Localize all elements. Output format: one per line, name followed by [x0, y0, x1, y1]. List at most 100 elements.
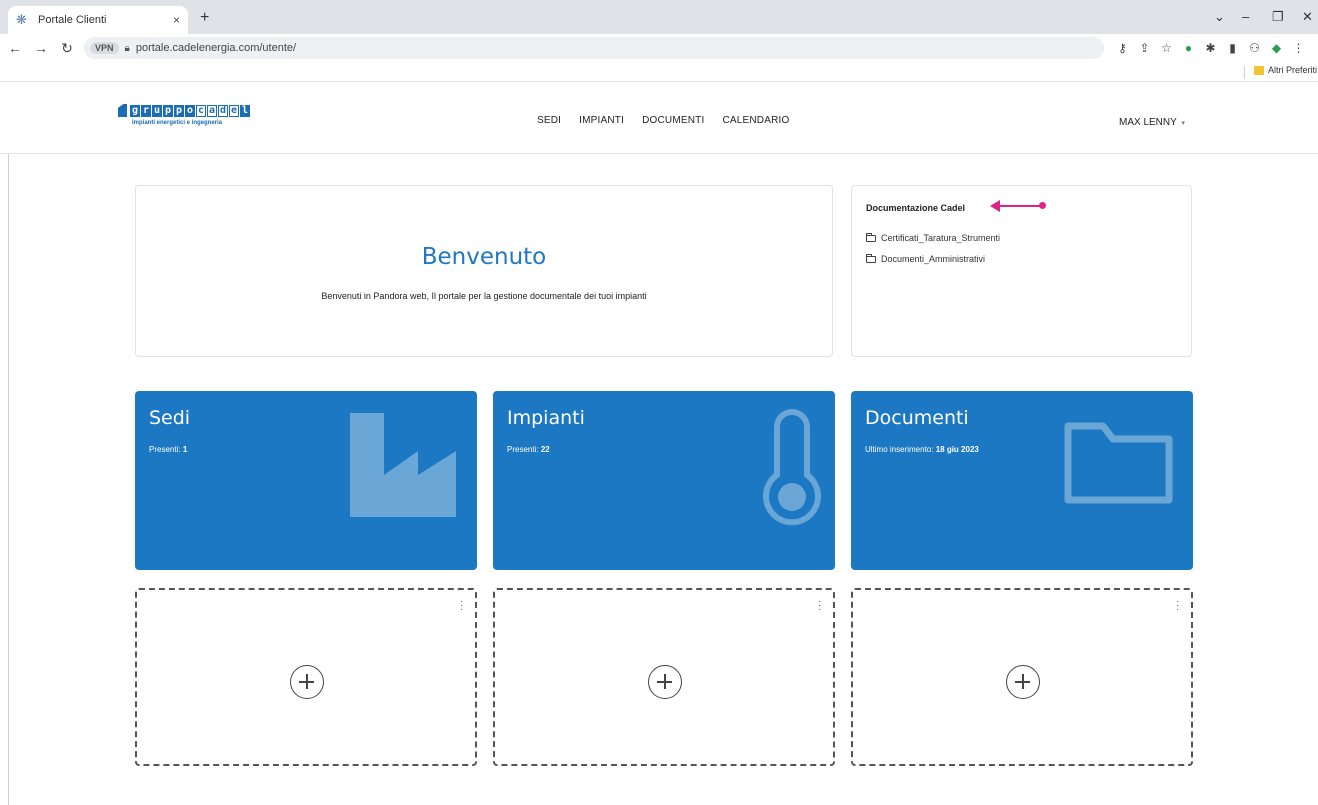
shield-extension-icon[interactable]: ●: [1182, 41, 1195, 55]
logo-letter: a: [207, 104, 217, 117]
tile-stat-label: Presenti:: [507, 445, 539, 454]
profile-icon[interactable]: ⚇: [1248, 41, 1261, 55]
add-widget-slot[interactable]: · · ·: [851, 588, 1193, 766]
key-icon[interactable]: ⚷: [1116, 41, 1129, 55]
logo-letter: e: [229, 104, 239, 117]
doc-folder-item[interactable]: Documenti_Amministrativi: [866, 253, 986, 264]
tile-title: Sedi: [149, 407, 191, 429]
bookmarks-separator: [1244, 66, 1245, 79]
tile-stat: Presenti: 22: [507, 445, 550, 454]
doc-folder-label: Certificati_Taratura_Strumenti: [881, 233, 1001, 243]
welcome-text: Benvenuti in Pandora web, Il portale per…: [321, 291, 647, 301]
logo-letter: p: [174, 104, 184, 117]
kebab-menu-icon[interactable]: · · ·: [818, 597, 821, 615]
welcome-card: Benvenuto Benvenuti in Pandora web, Il p…: [135, 185, 833, 357]
url-bar[interactable]: VPN 🔒︎ portale.cadelenergia.com/utente/: [84, 37, 1104, 59]
annotation-arrow-head: [990, 200, 1000, 212]
nav-item-impianti[interactable]: IMPIANTI: [579, 115, 624, 126]
browser-tab-bar: ❋ Portale Clienti × + ⌄ – ❐ ✕: [0, 0, 1318, 34]
user-menu[interactable]: MAX LENNY ▾: [1119, 117, 1185, 128]
tile-stat: Presenti: 1: [149, 445, 187, 454]
kebab-menu-icon[interactable]: · · ·: [1176, 597, 1179, 615]
extension-icons: ⚷ ⇪ ☆ ● ✱ ▮ ⚇ ◆ ⋮: [1116, 41, 1305, 55]
logo-mark-icon: [118, 104, 127, 117]
site-header: g r u p p o c a d e l Impianti energetic…: [0, 82, 1318, 154]
folder-icon: [1254, 65, 1264, 75]
folder-icon: [1064, 422, 1173, 504]
minimize-icon[interactable]: –: [1242, 9, 1249, 24]
tile-stat-value: 1: [182, 445, 188, 454]
vpn-badge[interactable]: VPN: [90, 42, 119, 54]
logo-letter: o: [185, 104, 195, 117]
add-circle-icon[interactable]: [290, 665, 324, 699]
user-name: MAX LENNY: [1119, 117, 1177, 128]
annotation-arrow: [990, 200, 1046, 212]
logo-letter: d: [218, 104, 228, 117]
logo-letter: u: [152, 104, 162, 117]
folder-icon: [866, 253, 876, 263]
logo-letter: g: [130, 104, 140, 117]
tile-impianti[interactable]: Impianti Presenti: 22: [493, 391, 835, 570]
bookmark-folder-label: Altri Preferiti: [1268, 65, 1318, 75]
back-icon[interactable]: ←: [4, 40, 26, 56]
tile-stat: Ultimo inserimento: 18 giu 2023: [865, 445, 979, 454]
tab-close-icon[interactable]: ×: [173, 13, 180, 27]
tile-title: Documenti: [865, 407, 969, 429]
security-extension-icon[interactable]: ◆: [1270, 41, 1283, 55]
thermometer-icon: [763, 409, 821, 526]
reload-icon[interactable]: ↻: [56, 40, 78, 57]
menu-icon[interactable]: ⋮: [1292, 41, 1305, 55]
logo-letter: l: [240, 104, 250, 117]
new-tab-button[interactable]: +: [200, 9, 209, 27]
close-window-icon[interactable]: ✕: [1302, 9, 1313, 25]
annotation-arrow-dot: [1039, 202, 1046, 209]
logo-letter: r: [141, 104, 151, 117]
logo-wordmark: g r u p p o c a d e l: [118, 104, 250, 117]
bookmarks-bar: Altri Preferiti: [0, 62, 1318, 82]
url-text[interactable]: portale.cadelenergia.com/utente/: [136, 42, 296, 54]
sidepanel-icon[interactable]: ▮: [1226, 41, 1239, 55]
lock-icon[interactable]: 🔒︎: [125, 43, 130, 54]
address-toolbar: ← → ↻ VPN 🔒︎ portale.cadelenergia.com/ut…: [0, 34, 1318, 62]
restore-icon[interactable]: ❐: [1272, 9, 1284, 25]
tab-search-icon[interactable]: ⌄: [1214, 9, 1225, 25]
tile-stat-value: 18 giu 2023: [935, 445, 979, 454]
folder-icon: [866, 232, 876, 242]
add-circle-icon[interactable]: [1006, 665, 1040, 699]
star-icon[interactable]: ☆: [1160, 41, 1173, 55]
nav-item-calendario[interactable]: CALENDARIO: [722, 115, 789, 126]
documentation-card: Documentazione Cadel Certificati_Taratur…: [851, 185, 1192, 357]
tile-stat-label: Presenti:: [149, 445, 181, 454]
site-logo[interactable]: g r u p p o c a d e l Impianti energetic…: [118, 104, 250, 126]
tile-stat-value: 22: [540, 445, 550, 454]
add-widget-slot[interactable]: · · ·: [493, 588, 835, 766]
annotation-arrow-line: [998, 205, 1042, 207]
tile-stat-label: Ultimo inserimento:: [865, 445, 934, 454]
share-icon[interactable]: ⇪: [1138, 41, 1151, 55]
welcome-title: Benvenuto: [421, 244, 547, 270]
main-nav: SEDI IMPIANTI DOCUMENTI CALENDARIO: [537, 115, 789, 126]
tile-documenti[interactable]: Documenti Ultimo inserimento: 18 giu 202…: [851, 391, 1193, 570]
browser-tab[interactable]: ❋ Portale Clienti ×: [8, 6, 188, 34]
factory-icon: [350, 413, 456, 517]
forward-icon[interactable]: →: [30, 40, 52, 56]
tab-title: Portale Clienti: [38, 14, 107, 26]
logo-letter: p: [163, 104, 173, 117]
logo-subtitle: Impianti energetici e ingegneria: [132, 120, 223, 126]
doc-folder-label: Documenti_Amministrativi: [881, 254, 986, 264]
tile-title: Impianti: [507, 407, 585, 429]
nav-item-documenti[interactable]: DOCUMENTI: [642, 115, 704, 126]
bookmark-folder-other[interactable]: Altri Preferiti: [1254, 65, 1317, 75]
add-widget-slot[interactable]: · · ·: [135, 588, 477, 766]
tile-sedi[interactable]: Sedi Presenti: 1: [135, 391, 477, 570]
puzzle-icon[interactable]: ✱: [1204, 41, 1217, 55]
nav-item-sedi[interactable]: SEDI: [537, 115, 561, 126]
kebab-menu-icon[interactable]: · · ·: [460, 597, 463, 615]
window-edge: [8, 82, 9, 805]
documentation-title: Documentazione Cadel: [866, 203, 966, 213]
site-favicon-icon: ❋: [16, 12, 27, 27]
chevron-down-icon: ▾: [1181, 120, 1185, 127]
logo-letter: c: [196, 104, 206, 117]
add-circle-icon[interactable]: [648, 665, 682, 699]
doc-folder-item[interactable]: Certificati_Taratura_Strumenti: [866, 232, 1001, 243]
